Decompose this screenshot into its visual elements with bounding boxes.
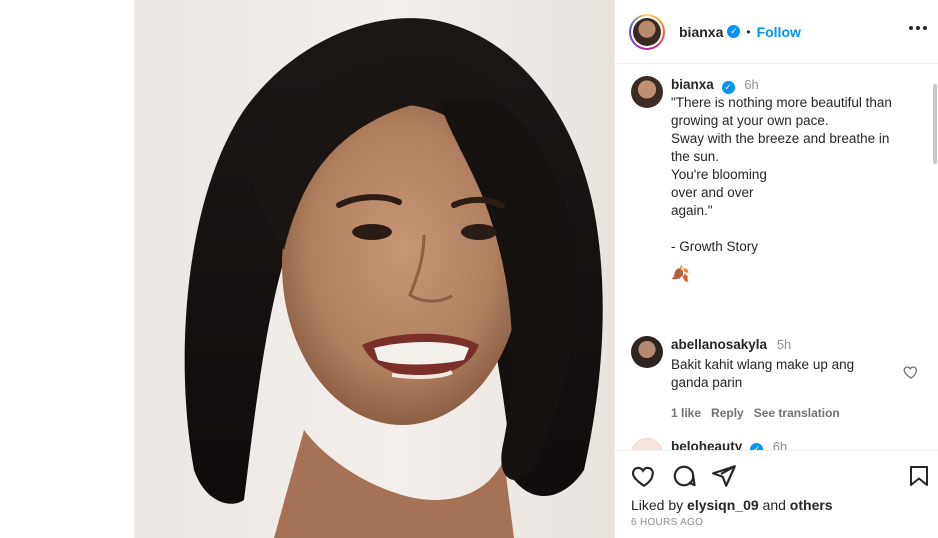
comment-avatar[interactable]: [631, 438, 663, 450]
caption-avatar[interactable]: [631, 76, 663, 108]
liked-by-prefix: Liked by: [631, 497, 684, 513]
post-side-panel: bianxa ✓ • Follow bianxa ✓ 6h "There is …: [614, 0, 938, 538]
follow-button[interactable]: Follow: [757, 24, 801, 40]
comment-likes-count[interactable]: 1 like: [671, 404, 701, 422]
post-actions-bar: Liked by elysiqn_09 and others 6 HOURS A…: [615, 450, 938, 538]
share-icon[interactable]: [711, 463, 737, 489]
portrait-image: [184, 18, 603, 538]
comment-username[interactable]: abellanosakyla: [671, 337, 767, 352]
comment-like-heart-icon[interactable]: [903, 364, 919, 380]
author-avatar-image: [633, 17, 661, 46]
liked-by-summary: Liked by elysiqn_09 and others: [631, 497, 833, 513]
caption-text: "There is nothing more beautiful than gr…: [671, 95, 892, 254]
separator-dot: •: [746, 24, 751, 39]
comment-time: 5h: [776, 337, 792, 352]
caption-time: 6h: [744, 77, 759, 92]
verified-badge-icon: ✓: [750, 442, 764, 450]
comment-item: abellanosakyla 5h Bakit kahit wlang make…: [631, 336, 891, 422]
verified-badge-icon: ✓: [727, 25, 741, 38]
comments-scrollbar[interactable]: [933, 84, 937, 164]
comment-username[interactable]: beloheauty: [671, 439, 742, 450]
author-avatar[interactable]: [629, 13, 665, 50]
caption-username[interactable]: bianxa: [671, 77, 714, 92]
see-translation-button[interactable]: See translation: [754, 404, 840, 422]
post-photo[interactable]: [134, 0, 614, 538]
leaf-emoji: 🍂: [671, 266, 690, 283]
heart-icon[interactable]: [631, 463, 657, 489]
comment-icon[interactable]: [671, 463, 697, 489]
comment-time: 6h: [772, 439, 788, 450]
comment-item: beloheauty ✓ 6h: [631, 438, 891, 450]
comment-text: Bakit kahit wlang make up ang ganda pari…: [671, 357, 855, 390]
liked-by-user[interactable]: elysiqn_09: [687, 497, 759, 513]
comments-list[interactable]: bianxa ✓ 6h "There is nothing more beaut…: [615, 64, 938, 450]
liked-by-others[interactable]: others: [790, 497, 833, 513]
author-username[interactable]: bianxa: [679, 24, 723, 40]
verified-badge-icon: ✓: [721, 80, 735, 94]
post-timestamp[interactable]: 6 HOURS AGO: [631, 517, 703, 528]
reply-button[interactable]: Reply: [711, 404, 744, 422]
more-options-icon[interactable]: [905, 22, 931, 34]
comment-avatar[interactable]: [631, 336, 663, 368]
post-caption: bianxa ✓ 6h "There is nothing more beaut…: [631, 76, 911, 284]
liked-by-and: and: [762, 497, 786, 513]
bookmark-icon[interactable]: [907, 463, 931, 489]
post-header: bianxa ✓ • Follow: [615, 0, 938, 64]
